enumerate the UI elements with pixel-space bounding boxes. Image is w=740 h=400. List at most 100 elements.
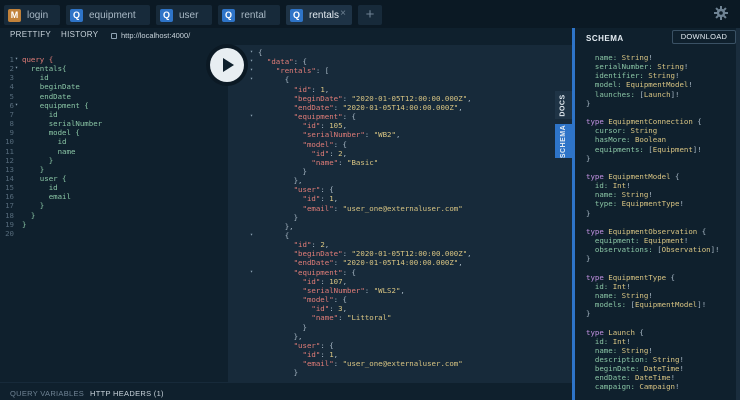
tab-equipment[interactable]: Q equipment	[66, 5, 150, 25]
result-line: ▾{	[228, 48, 572, 57]
fold-icon[interactable]: ▾	[15, 101, 18, 110]
result-line: "user": {	[228, 341, 572, 350]
editor-line[interactable]: 17 }	[0, 201, 228, 210]
json-text: },	[258, 331, 303, 341]
execute-query-button[interactable]	[210, 48, 244, 82]
json-text: "endDate": "2020-01-05T14:00:00.000Z",	[293, 258, 463, 268]
json-text: "model": {	[302, 139, 348, 149]
editor-line[interactable]: 5 endDate	[0, 92, 228, 101]
history-button[interactable]: HISTORY	[61, 30, 98, 39]
scrollbar[interactable]	[736, 28, 740, 400]
editor-line[interactable]: 20	[0, 229, 228, 238]
editor-line[interactable]: 1 ▾ query {	[0, 55, 228, 64]
editor-line[interactable]: 11 name	[0, 147, 228, 156]
code-text: name	[22, 146, 76, 156]
result-viewer: ▾{▾ "data": {▾ "rentals": [▾ { "id": 1, …	[228, 45, 572, 382]
fold-icon[interactable]: ▾	[250, 231, 253, 240]
http-headers-tab[interactable]: HTTP HEADERS (1)	[90, 389, 164, 398]
fold-icon[interactable]: ▾	[250, 66, 253, 75]
result-line: }	[228, 323, 572, 332]
bottom-bar: QUERY VARIABLES HTTP HEADERS (1)	[0, 382, 572, 400]
schema-line: type Launch {	[586, 327, 644, 337]
tab-bar: M login Q equipment Q user Q rental Q re…	[0, 0, 740, 28]
editor-line[interactable]: 15 id	[0, 183, 228, 192]
schema-line: type EquipmentObservation {	[586, 226, 707, 236]
editor-line[interactable]: 2 ▾ rentals{	[0, 64, 228, 73]
docs-tab[interactable]: DOCS	[555, 91, 572, 119]
editor-line[interactable]: 12 }	[0, 156, 228, 165]
download-button[interactable]: DOWNLOAD	[672, 30, 736, 44]
result-line: "user": {	[228, 185, 572, 194]
json-text: "model": {	[302, 295, 348, 305]
gear-icon[interactable]	[713, 5, 729, 21]
code-text: equipment {	[22, 100, 89, 110]
code-text: user {	[22, 173, 67, 183]
schema-line: description: String!	[586, 354, 684, 364]
code-text: serialNumber	[22, 119, 103, 129]
editor-line[interactable]: 19}	[0, 220, 228, 229]
schema-line: type EquipmentModel {	[586, 171, 680, 181]
tab-user[interactable]: Q user	[156, 5, 212, 25]
editor-line[interactable]: 8 serialNumber	[0, 119, 228, 128]
code-text: email	[22, 192, 71, 202]
editor-line[interactable]: 10 id	[0, 137, 228, 146]
query-variables-tab[interactable]: QUERY VARIABLES	[10, 389, 84, 398]
close-tab-icon[interactable]: ×	[340, 8, 346, 19]
editor-line[interactable]: 7 id	[0, 110, 228, 119]
schema-line: }	[586, 153, 591, 163]
result-line: ▾ "equipment": {	[228, 112, 572, 121]
json-text: }	[258, 212, 299, 222]
editor-line[interactable]: 16 email	[0, 192, 228, 201]
schema-line: hasMore: Boolean	[586, 135, 667, 145]
code-text: rentals{	[22, 64, 67, 74]
fold-icon[interactable]: ▾	[250, 268, 253, 277]
schema-line: name: String!	[586, 290, 653, 300]
endpoint-url-input[interactable]: http://localhost:4000/	[121, 31, 190, 40]
code-text: }	[22, 219, 27, 229]
result-line: "id": 1,	[228, 194, 572, 203]
fold-icon[interactable]: ▾	[250, 48, 253, 57]
fold-icon[interactable]: ▾	[15, 64, 18, 73]
result-line: "model": {	[228, 140, 572, 149]
tab-rentals[interactable]: Q rentals ×	[286, 5, 352, 25]
tab-login[interactable]: M login	[4, 5, 60, 25]
fold-icon[interactable]: ▾	[250, 57, 253, 66]
line-number: 11	[5, 146, 14, 156]
editor-line[interactable]: 3 id	[0, 73, 228, 82]
json-text: },	[258, 176, 303, 186]
result-line: ▾ {	[228, 75, 572, 84]
schema-line: campaign: Campaign!	[586, 382, 680, 392]
result-line: "email": "user_one@externaluser.com"	[228, 204, 572, 213]
result-line: "model": {	[228, 295, 572, 304]
result-line: }	[228, 167, 572, 176]
fold-icon[interactable]: ▾	[15, 55, 18, 64]
fold-icon[interactable]: ▾	[250, 112, 253, 121]
editor-line[interactable]: 4 beginDate	[0, 82, 228, 91]
line-number: 8	[9, 119, 14, 129]
json-text: "id": 2,	[311, 148, 348, 158]
tab-label: rentals	[309, 9, 340, 21]
result-line: "endDate": "2020-01-05T14:00:00.000Z",	[228, 103, 572, 112]
schema-tab[interactable]: SCHEMA	[555, 124, 572, 158]
json-text: "serialNumber": "WLS2",	[302, 285, 405, 295]
editor-line[interactable]: 9 model {	[0, 128, 228, 137]
editor-line[interactable]: 6 ▾ equipment {	[0, 101, 228, 110]
fold-icon[interactable]: ▾	[250, 75, 253, 84]
editor-line[interactable]: 18 }	[0, 211, 228, 220]
add-tab-button[interactable]: +	[358, 5, 382, 25]
schema-line: }	[586, 254, 591, 264]
query-editor[interactable]: 1 ▾ query {2 ▾ rentals{3 id 4 beginDate 5 end…	[0, 51, 228, 382]
tab-rental[interactable]: Q rental	[218, 5, 280, 25]
editor-line[interactable]: 13 }	[0, 165, 228, 174]
schema-line: id: Int!	[586, 281, 631, 291]
json-text: "endDate": "2020-01-05T14:00:00.000Z",	[293, 102, 463, 112]
result-line: "id": 2,	[228, 240, 572, 249]
prettify-button[interactable]: PRETTIFY	[10, 30, 51, 39]
json-text: "beginDate": "2020-01-05T12:00:00.000Z",	[293, 249, 472, 259]
schema-line: id: Int!	[586, 181, 631, 191]
json-text: {	[258, 48, 263, 57]
editor-line[interactable]: 14 user {	[0, 174, 228, 183]
result-line: },	[228, 222, 572, 231]
schema-line: equipments: [Equipment]!	[586, 144, 702, 154]
result-line: "id": 105,	[228, 121, 572, 130]
